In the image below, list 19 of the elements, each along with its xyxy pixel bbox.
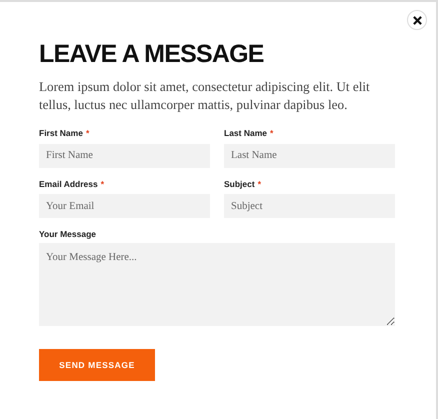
required-mark: *	[100, 178, 104, 190]
field-label: Last Name	[224, 128, 267, 139]
field-label: Email Address	[39, 178, 98, 190]
form-title: LEAVE A MESSAGE	[39, 39, 265, 69]
input-field[interactable]: Last Name	[224, 144, 395, 168]
field-label: First Name	[39, 128, 83, 139]
required-mark: *	[258, 178, 262, 190]
close-icon	[412, 16, 422, 24]
intro-text: Lorem ipsum dolor sit amet, consectetur adipiscing elit. Ut elit tellus, luctus nec ullamcorper mattis, pulvinar dapibus leo.	[39, 78, 371, 114]
field-label: Subject	[224, 178, 255, 190]
field-label: Your Message	[39, 229, 96, 240]
message-field[interactable]: Your Message Here...	[39, 243, 395, 326]
send-button[interactable]: SEND MESSAGE	[39, 349, 155, 381]
input-field[interactable]: Subject	[224, 194, 395, 218]
required-mark: *	[86, 128, 90, 139]
close-button[interactable]	[407, 10, 427, 30]
input-field[interactable]: Your Email	[39, 194, 210, 218]
input-field[interactable]: First Name	[39, 144, 210, 168]
required-mark: *	[270, 128, 274, 139]
